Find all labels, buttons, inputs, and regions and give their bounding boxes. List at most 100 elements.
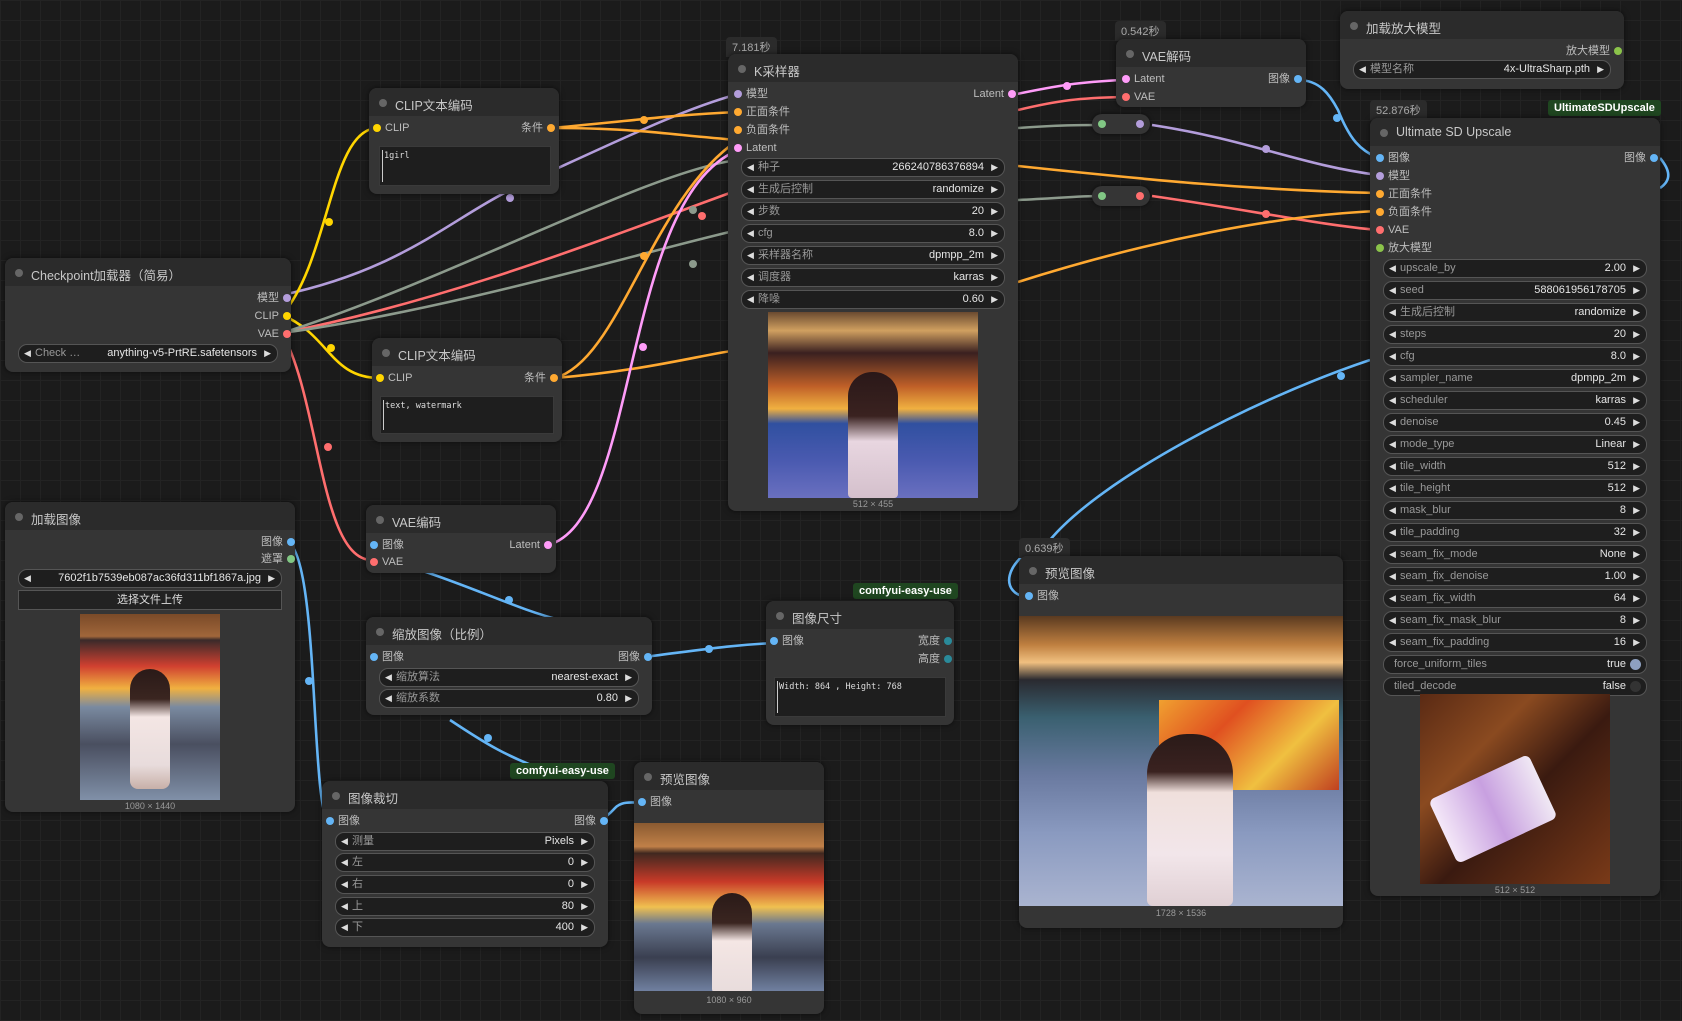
node-title-bar[interactable]: Ultimate SD Upscale xyxy=(1370,118,1660,146)
output-upscale-model[interactable]: 放大模型 xyxy=(1566,43,1622,59)
slot-dot[interactable] xyxy=(734,144,742,152)
right-arrow-icon[interactable]: ▶ xyxy=(264,345,271,362)
right-arrow-icon[interactable]: ▶ xyxy=(581,898,588,915)
slot-dot[interactable] xyxy=(326,817,334,825)
left-arrow-icon[interactable]: ◀ xyxy=(1389,590,1396,607)
steps-widget[interactable]: ◀ steps 20 ▶ xyxy=(1383,325,1647,344)
reroute-dot[interactable] xyxy=(305,677,313,685)
collapse-dot[interactable] xyxy=(382,349,390,357)
right-arrow-icon[interactable]: ▶ xyxy=(1633,326,1640,343)
output-latent[interactable]: Latent xyxy=(509,537,552,553)
reroute-dot[interactable] xyxy=(698,212,706,220)
image-size-node[interactable]: 图像尺寸 图像 宽度 高度 Width: 864 , Height: 768 xyxy=(766,601,954,725)
reroute-dot[interactable] xyxy=(1333,114,1341,122)
crop-measure-combo[interactable]: ◀ 测量 Pixels ▶ xyxy=(335,832,595,851)
slot-dot[interactable] xyxy=(1122,75,1130,83)
scheduler-combo[interactable]: ◀ scheduler karras ▶ xyxy=(1383,391,1647,410)
left-arrow-icon[interactable]: ◀ xyxy=(1389,260,1396,277)
output-conditioning[interactable]: 条件 xyxy=(521,120,555,136)
left-arrow-icon[interactable]: ◀ xyxy=(385,669,392,686)
vae-encode-node[interactable]: VAE编码 图像 VAE Latent xyxy=(366,505,556,573)
input-image[interactable]: 图像 xyxy=(370,537,404,553)
denoise-widget[interactable]: ◀ 降噪 0.60 ▶ xyxy=(741,290,1005,309)
vae-decode-node[interactable]: VAE解码 Latent VAE 图像 xyxy=(1116,39,1306,107)
crop-right-widget[interactable]: ◀ 右 0 ▶ xyxy=(335,875,595,894)
collapse-dot[interactable] xyxy=(379,99,387,107)
preview-image-node[interactable]: 预览图像 图像 1080 × 960 xyxy=(634,762,824,1014)
left-arrow-icon[interactable]: ◀ xyxy=(341,876,348,893)
collapse-dot[interactable] xyxy=(776,612,784,620)
load-image-node[interactable]: 加载图像 图像 遮罩 ◀ 7602f1b7539eb087ac36fd311bf… xyxy=(5,502,295,812)
input-vae[interactable]: VAE xyxy=(1376,222,1409,238)
left-arrow-icon[interactable]: ◀ xyxy=(747,269,754,286)
checkpoint-loader-node[interactable]: Checkpoint加载器（简易） 模型 CLIP VAE ◀ Check … … xyxy=(5,258,291,372)
slot-dot[interactable] xyxy=(376,374,384,382)
slot-dot[interactable] xyxy=(1376,190,1384,198)
toggle-on-icon[interactable] xyxy=(1630,659,1641,670)
reroute-node[interactable] xyxy=(1092,114,1150,134)
node-title-bar[interactable]: 加载放大模型 xyxy=(1340,11,1624,39)
reroute-dot[interactable] xyxy=(484,734,492,742)
right-arrow-icon[interactable]: ▶ xyxy=(1633,392,1640,409)
node-title-bar[interactable]: CLIP文本编码 xyxy=(372,338,562,366)
collapse-dot[interactable] xyxy=(15,513,23,521)
scale-factor-widget[interactable]: ◀ 缩放系数 0.80 ▶ xyxy=(379,689,639,708)
input-image[interactable]: 图像 xyxy=(326,813,360,829)
slot-dot[interactable] xyxy=(644,653,652,661)
control-after-generate-combo[interactable]: ◀ 生成后控制 randomize ▶ xyxy=(1383,303,1647,322)
reroute-in-dot[interactable] xyxy=(1098,192,1106,200)
seam-fix-denoise-widget[interactable]: ◀ seam_fix_denoise 1.00 ▶ xyxy=(1383,567,1647,586)
left-arrow-icon[interactable]: ◀ xyxy=(341,854,348,871)
seam-fix-width-widget[interactable]: ◀ seam_fix_width 64 ▶ xyxy=(1383,589,1647,608)
right-arrow-icon[interactable]: ▶ xyxy=(991,291,998,308)
collapse-dot[interactable] xyxy=(1380,129,1388,137)
crop-top-widget[interactable]: ◀ 上 80 ▶ xyxy=(335,897,595,916)
clip-text-encode-node[interactable]: CLIP文本编码 CLIP 条件 text, watermark xyxy=(372,338,562,442)
slot-dot[interactable] xyxy=(283,294,291,302)
slot-dot[interactable] xyxy=(283,330,291,338)
reroute-dot[interactable] xyxy=(1337,372,1345,380)
steps-widget[interactable]: ◀ 步数 20 ▶ xyxy=(741,202,1005,221)
left-arrow-icon[interactable]: ◀ xyxy=(747,181,754,198)
right-arrow-icon[interactable]: ▶ xyxy=(1633,260,1640,277)
seam-fix-padding-widget[interactable]: ◀ seam_fix_padding 16 ▶ xyxy=(1383,633,1647,652)
input-positive[interactable]: 正面条件 xyxy=(1376,186,1432,202)
reroute-out-dot[interactable] xyxy=(1136,120,1144,128)
slot-dot[interactable] xyxy=(1376,208,1384,216)
input-vae[interactable]: VAE xyxy=(370,554,403,570)
sampler-name-combo[interactable]: ◀ 采样器名称 dpmpp_2m ▶ xyxy=(741,246,1005,265)
mode-type-combo[interactable]: ◀ mode_type Linear ▶ xyxy=(1383,435,1647,454)
slot-dot[interactable] xyxy=(1650,154,1658,162)
slot-dot[interactable] xyxy=(944,637,952,645)
right-arrow-icon[interactable]: ▶ xyxy=(1597,61,1604,78)
slot-dot[interactable] xyxy=(600,817,608,825)
reroute-dot[interactable] xyxy=(639,343,647,351)
right-arrow-icon[interactable]: ▶ xyxy=(1633,524,1640,541)
output-image[interactable]: 图像 xyxy=(1624,150,1658,166)
slot-dot[interactable] xyxy=(370,653,378,661)
slot-dot[interactable] xyxy=(550,374,558,382)
cfg-widget[interactable]: ◀ cfg 8.0 ▶ xyxy=(741,224,1005,243)
reroute-dot[interactable] xyxy=(1063,82,1071,90)
slot-dot[interactable] xyxy=(1376,244,1384,252)
tile-padding-widget[interactable]: ◀ tile_padding 32 ▶ xyxy=(1383,523,1647,542)
node-title-bar[interactable]: 图像裁切 xyxy=(322,781,608,809)
slot-dot[interactable] xyxy=(1294,75,1302,83)
output-image[interactable]: 图像 xyxy=(618,649,652,665)
input-latent[interactable]: Latent xyxy=(1122,71,1165,87)
scale-method-combo[interactable]: ◀ 缩放算法 nearest-exact ▶ xyxy=(379,668,639,687)
left-arrow-icon[interactable]: ◀ xyxy=(1389,546,1396,563)
left-arrow-icon[interactable]: ◀ xyxy=(1389,458,1396,475)
image-crop-node[interactable]: 图像裁切 图像 图像 ◀ 测量 Pixels ▶ ◀ 左 0 ▶ ◀ 右 0 ▶ ◀ 上 80 ▶ ◀ 下… xyxy=(322,781,608,947)
slot-dot[interactable] xyxy=(544,541,552,549)
right-arrow-icon[interactable]: ▶ xyxy=(1633,634,1640,651)
reroute-dot[interactable] xyxy=(506,194,514,202)
left-arrow-icon[interactable]: ◀ xyxy=(385,690,392,707)
slot-dot[interactable] xyxy=(734,126,742,134)
seed-widget[interactable]: ◀ seed 588061956178705 ▶ xyxy=(1383,281,1647,300)
tile-height-widget[interactable]: ◀ tile_height 512 ▶ xyxy=(1383,479,1647,498)
collapse-dot[interactable] xyxy=(376,516,384,524)
slot-dot[interactable] xyxy=(734,90,742,98)
left-arrow-icon[interactable]: ◀ xyxy=(341,833,348,850)
reroute-out-dot[interactable] xyxy=(1136,192,1144,200)
